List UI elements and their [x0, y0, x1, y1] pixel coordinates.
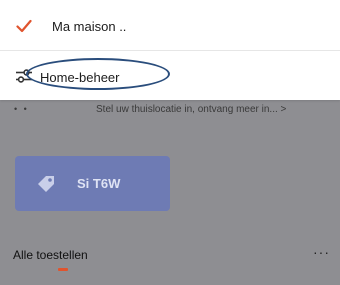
menu-item-label: Ma maison ..: [52, 19, 127, 34]
tag-icon: [38, 176, 54, 192]
screen: • • Stel uw thuislocatie in, ontvang mee…: [0, 0, 340, 285]
check-icon: [16, 19, 32, 33]
more-button[interactable]: ···: [313, 244, 330, 260]
menu-divider: [0, 50, 340, 51]
section-title: Alle toestellen: [13, 248, 88, 262]
device-card-label: Si T6W: [77, 176, 121, 191]
banner-dots: • •: [14, 104, 29, 114]
banner-text[interactable]: Stel uw thuislocatie in, ontvang meer in…: [96, 104, 336, 115]
home-switcher-menu: Ma maison .. Home-beheer: [0, 0, 340, 100]
highlight-ellipse: [26, 58, 170, 90]
section-underline: [58, 268, 68, 271]
menu-item-home-beheer[interactable]: Home-beheer: [0, 52, 340, 100]
menu-item-ma-maison[interactable]: Ma maison ..: [0, 2, 340, 50]
